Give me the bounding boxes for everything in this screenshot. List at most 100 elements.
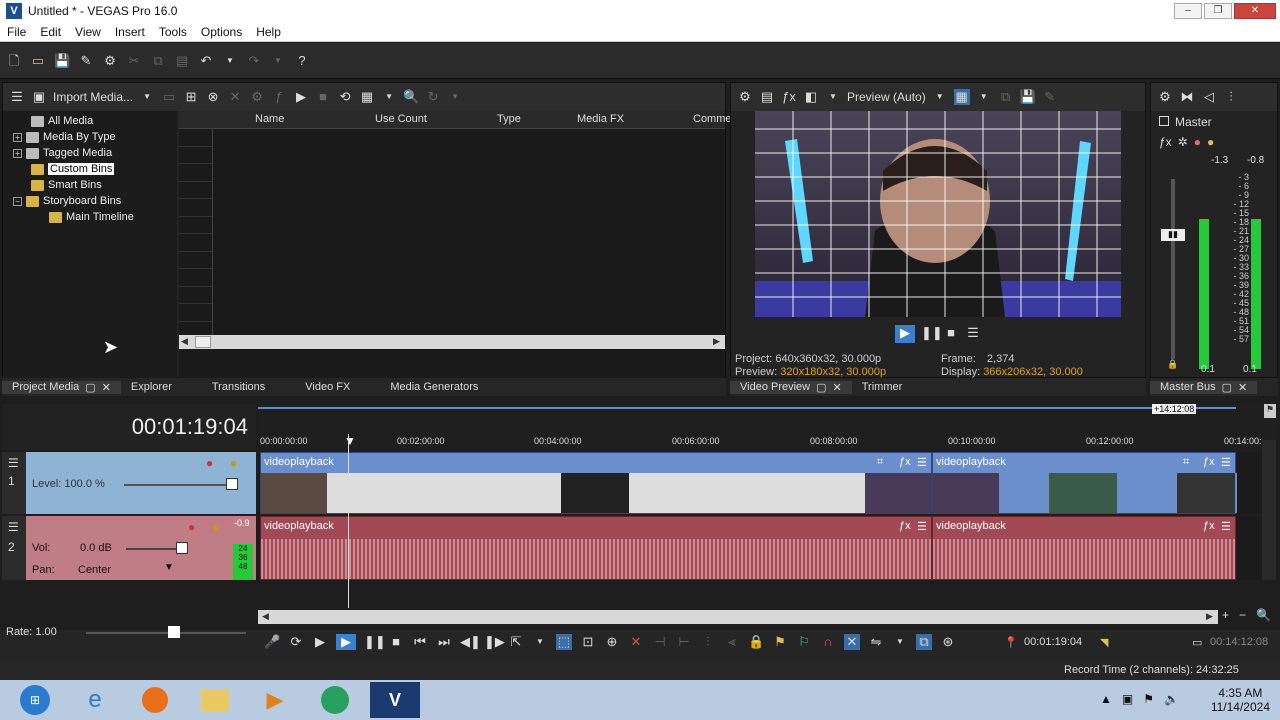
volume-icon[interactable]: 🔈 bbox=[1164, 692, 1179, 706]
playhead-line[interactable] bbox=[348, 434, 349, 608]
column-name[interactable]: Name bbox=[255, 113, 284, 125]
menu-help[interactable]: Help bbox=[249, 25, 288, 39]
pause-icon[interactable]: ❚❚ bbox=[364, 634, 386, 650]
split-dropdown-icon[interactable]: ▼ bbox=[825, 89, 841, 105]
undo-icon[interactable]: ↶ bbox=[198, 53, 214, 69]
solo-icon[interactable]: ● bbox=[1207, 135, 1214, 149]
previous-frame-icon[interactable]: ◀❚ bbox=[460, 634, 481, 650]
clip-menu-icon[interactable]: ☰ bbox=[1221, 456, 1231, 469]
tab-transitions[interactable]: Transitions bbox=[202, 381, 275, 393]
menu-view[interactable]: View bbox=[68, 25, 108, 39]
redo-dropdown-icon[interactable]: ▼ bbox=[270, 53, 286, 69]
snapping-icon[interactable]: ∩ bbox=[820, 634, 836, 650]
firefox-icon[interactable] bbox=[130, 682, 180, 718]
close-button[interactable]: ✕ bbox=[1234, 3, 1276, 19]
go-to-start-icon[interactable]: ⏮ bbox=[412, 634, 428, 650]
scroll-right-icon[interactable]: ▶ bbox=[1206, 611, 1213, 622]
green-app-icon[interactable] bbox=[310, 682, 360, 718]
redo-icon[interactable]: ↷ bbox=[246, 53, 262, 69]
audio-clip[interactable]: videoplayback ƒx ☰ bbox=[932, 516, 1236, 580]
action-center-icon[interactable]: ⚑ bbox=[1143, 692, 1154, 706]
solo-icon[interactable]: ● bbox=[212, 520, 219, 534]
refresh-dropdown-icon[interactable]: ▼ bbox=[447, 89, 463, 105]
marker-flag-icon[interactable]: ⚑ bbox=[1264, 404, 1276, 418]
tree-item-all-media[interactable]: All Media bbox=[31, 113, 93, 129]
media-player-icon[interactable]: ▶ bbox=[250, 682, 300, 718]
playhead-marker-icon[interactable]: ▼ bbox=[344, 434, 356, 448]
play-icon[interactable]: ▶ bbox=[336, 634, 356, 650]
envelope-tool-icon[interactable]: ⊡ bbox=[580, 634, 596, 650]
tab-video-preview[interactable]: Video Preview ▢ ✕ bbox=[730, 380, 852, 394]
remove-media-icon[interactable]: ⊗ bbox=[205, 89, 221, 105]
column-type[interactable]: Type bbox=[497, 113, 521, 125]
network-icon[interactable]: ▣ bbox=[1122, 692, 1133, 706]
trim-icon[interactable]: ⫷ bbox=[724, 634, 740, 650]
downmix-icon[interactable]: ⧓ bbox=[1179, 89, 1195, 105]
internet-explorer-icon[interactable]: e bbox=[70, 682, 120, 718]
undock-icon[interactable]: ▢ bbox=[1222, 381, 1232, 394]
view-list-icon[interactable]: ☰ bbox=[9, 89, 25, 105]
insert-region-icon[interactable]: ⚐ bbox=[796, 634, 812, 650]
tab-trimmer[interactable]: Trimmer bbox=[852, 381, 913, 393]
mute-icon[interactable]: ● bbox=[206, 456, 213, 470]
scroll-thumb[interactable] bbox=[195, 336, 211, 348]
save-icon[interactable]: 💾 bbox=[54, 53, 70, 69]
tab-explorer[interactable]: Explorer bbox=[121, 381, 182, 393]
rate-slider-thumb[interactable] bbox=[168, 626, 180, 638]
preview-quality-select[interactable]: Preview (Auto) bbox=[847, 90, 926, 104]
zoom-out-icon[interactable]: − bbox=[1239, 608, 1246, 622]
column-use-count[interactable]: Use Count bbox=[375, 113, 427, 125]
normal-edit-tool-icon[interactable]: ⇱ bbox=[508, 634, 524, 650]
close-tab-icon[interactable]: ✕ bbox=[833, 381, 842, 394]
play-from-start-icon[interactable]: ▶ bbox=[312, 634, 328, 650]
clip-fx-icon[interactable]: ƒx bbox=[1203, 520, 1215, 532]
go-to-end-icon[interactable]: ⏭ bbox=[436, 634, 452, 650]
delete-unused-icon[interactable]: ✕ bbox=[227, 89, 243, 105]
timecode-display[interactable]: 00:01:19:04 bbox=[2, 404, 256, 450]
column-media-fx[interactable]: Media FX bbox=[577, 113, 624, 125]
preview-stop-icon[interactable]: ■ bbox=[943, 325, 959, 341]
scroll-left-icon[interactable]: ◀ bbox=[181, 336, 188, 347]
lock-envelopes-to-events-icon[interactable]: ⊛ bbox=[940, 634, 956, 650]
media-fx-icon[interactable]: ƒ bbox=[271, 89, 287, 105]
preview-properties-icon[interactable]: ⚙ bbox=[737, 89, 753, 105]
mute-icon[interactable]: ● bbox=[188, 520, 195, 534]
video-clip[interactable]: videoplayback ⌗ ƒx ☰ bbox=[932, 452, 1237, 514]
capture-video-icon[interactable]: ▭ bbox=[161, 89, 177, 105]
master-properties-icon[interactable]: ⚙ bbox=[1157, 89, 1173, 105]
video-fx-icon[interactable]: ƒx bbox=[781, 89, 797, 105]
stop-preview-icon[interactable]: ■ bbox=[315, 89, 331, 105]
undo-dropdown-icon[interactable]: ▼ bbox=[222, 53, 238, 69]
device-preview-icon[interactable]: ▤ bbox=[759, 89, 775, 105]
auto-preview-icon[interactable]: ⟲ bbox=[337, 89, 353, 105]
scroll-left-icon[interactable]: ◀ bbox=[262, 611, 269, 622]
tab-project-media[interactable]: Project Media ▢ ✕ bbox=[2, 380, 121, 394]
overlays-grid-icon[interactable]: ▦ bbox=[953, 89, 970, 105]
save-snapshot-icon[interactable]: 💾 bbox=[1020, 89, 1036, 105]
level-slider-thumb[interactable] bbox=[226, 478, 238, 490]
quality-dropdown-icon[interactable]: ▼ bbox=[932, 89, 948, 105]
menu-file[interactable]: File bbox=[0, 25, 33, 39]
selection-tool-icon[interactable]: ⬚ bbox=[556, 634, 572, 650]
crop-icon[interactable]: ⌗ bbox=[877, 456, 883, 469]
show-hidden-icons-icon[interactable]: ▲ bbox=[1100, 692, 1112, 706]
pan-slider-thumb[interactable]: ▼ bbox=[164, 562, 174, 573]
trim-end-icon[interactable]: ⊢ bbox=[676, 634, 692, 650]
close-tab-icon[interactable]: ✕ bbox=[1238, 381, 1247, 394]
maximize-button[interactable]: ❐ bbox=[1204, 3, 1232, 19]
start-button[interactable]: ⊞ bbox=[10, 682, 60, 718]
collapse-icon[interactable]: − bbox=[13, 196, 22, 206]
ripple-dropdown-icon[interactable]: ▼ bbox=[892, 634, 908, 650]
overlays-dropdown-icon[interactable]: ▼ bbox=[976, 89, 992, 105]
render-as-icon[interactable]: ✎ bbox=[78, 53, 94, 69]
trim-start-icon[interactable]: ⊣ bbox=[652, 634, 668, 650]
solo-icon[interactable]: ● bbox=[230, 456, 237, 470]
tree-item-custom-bins[interactable]: Custom Bins bbox=[31, 161, 115, 177]
mixer-icon[interactable]: ⫶ bbox=[1223, 89, 1239, 105]
delete-icon[interactable]: ✕ bbox=[628, 634, 644, 650]
menu-tools[interactable]: Tools bbox=[152, 25, 194, 39]
audio-clip[interactable]: videoplayback ƒx ☰ bbox=[260, 516, 932, 580]
dim-output-icon[interactable]: ◁ bbox=[1201, 89, 1217, 105]
copy-snapshot-icon[interactable]: ⧉ bbox=[998, 89, 1014, 105]
refresh-icon[interactable]: ↻ bbox=[425, 89, 441, 105]
